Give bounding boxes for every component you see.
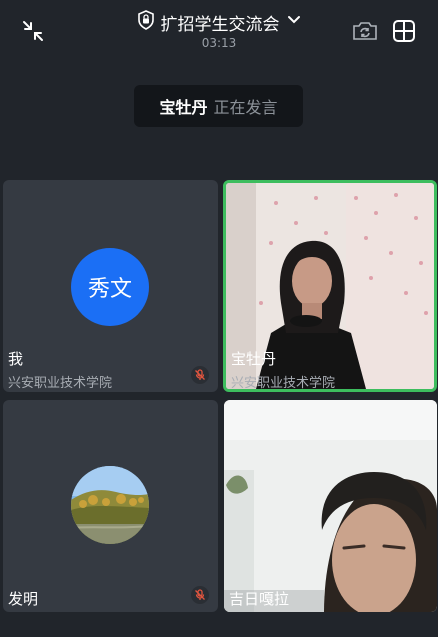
avatar — [71, 466, 149, 544]
participant-tile-speaker[interactable]: 宝牡丹 兴安职业技术学院 — [223, 180, 437, 392]
participant-name: 宝牡丹 — [231, 350, 277, 368]
participant-name: 吉日嘎拉 — [229, 590, 290, 608]
camera-switch-icon[interactable] — [350, 16, 380, 46]
avatar: 秀文 — [71, 248, 149, 326]
landscape-photo — [71, 466, 149, 544]
mic-muted-icon — [191, 366, 209, 384]
chevron-down-icon[interactable] — [286, 12, 302, 33]
meeting-title: 扩招学生交流会 — [160, 14, 280, 35]
participant-tile-self[interactable]: 秀文 我 兴安职业技术学院 — [3, 180, 218, 392]
top-bar: 扩招学生交流会 03:13 — [0, 0, 438, 60]
active-speaker-status: 正在发言 — [213, 98, 278, 117]
avatar-text: 秀文 — [87, 277, 132, 302]
lock-icon — [137, 9, 155, 35]
participant-org: 兴安职业技术学院 — [231, 376, 336, 391]
grid-layout-icon[interactable] — [389, 16, 419, 46]
participant-name: 发明 — [8, 590, 39, 608]
active-speaker-name: 宝牡丹 — [159, 98, 208, 117]
participant-tile[interactable]: 发明 — [3, 400, 218, 612]
participant-tile[interactable]: 吉日嘎拉 — [224, 400, 437, 612]
participant-name: 我 — [8, 350, 24, 368]
participant-org: 兴安职业技术学院 — [8, 376, 113, 391]
video-feed — [224, 400, 437, 612]
active-speaker-banner: 宝牡丹 正在发言 — [134, 85, 303, 127]
mic-muted-icon — [191, 586, 209, 604]
